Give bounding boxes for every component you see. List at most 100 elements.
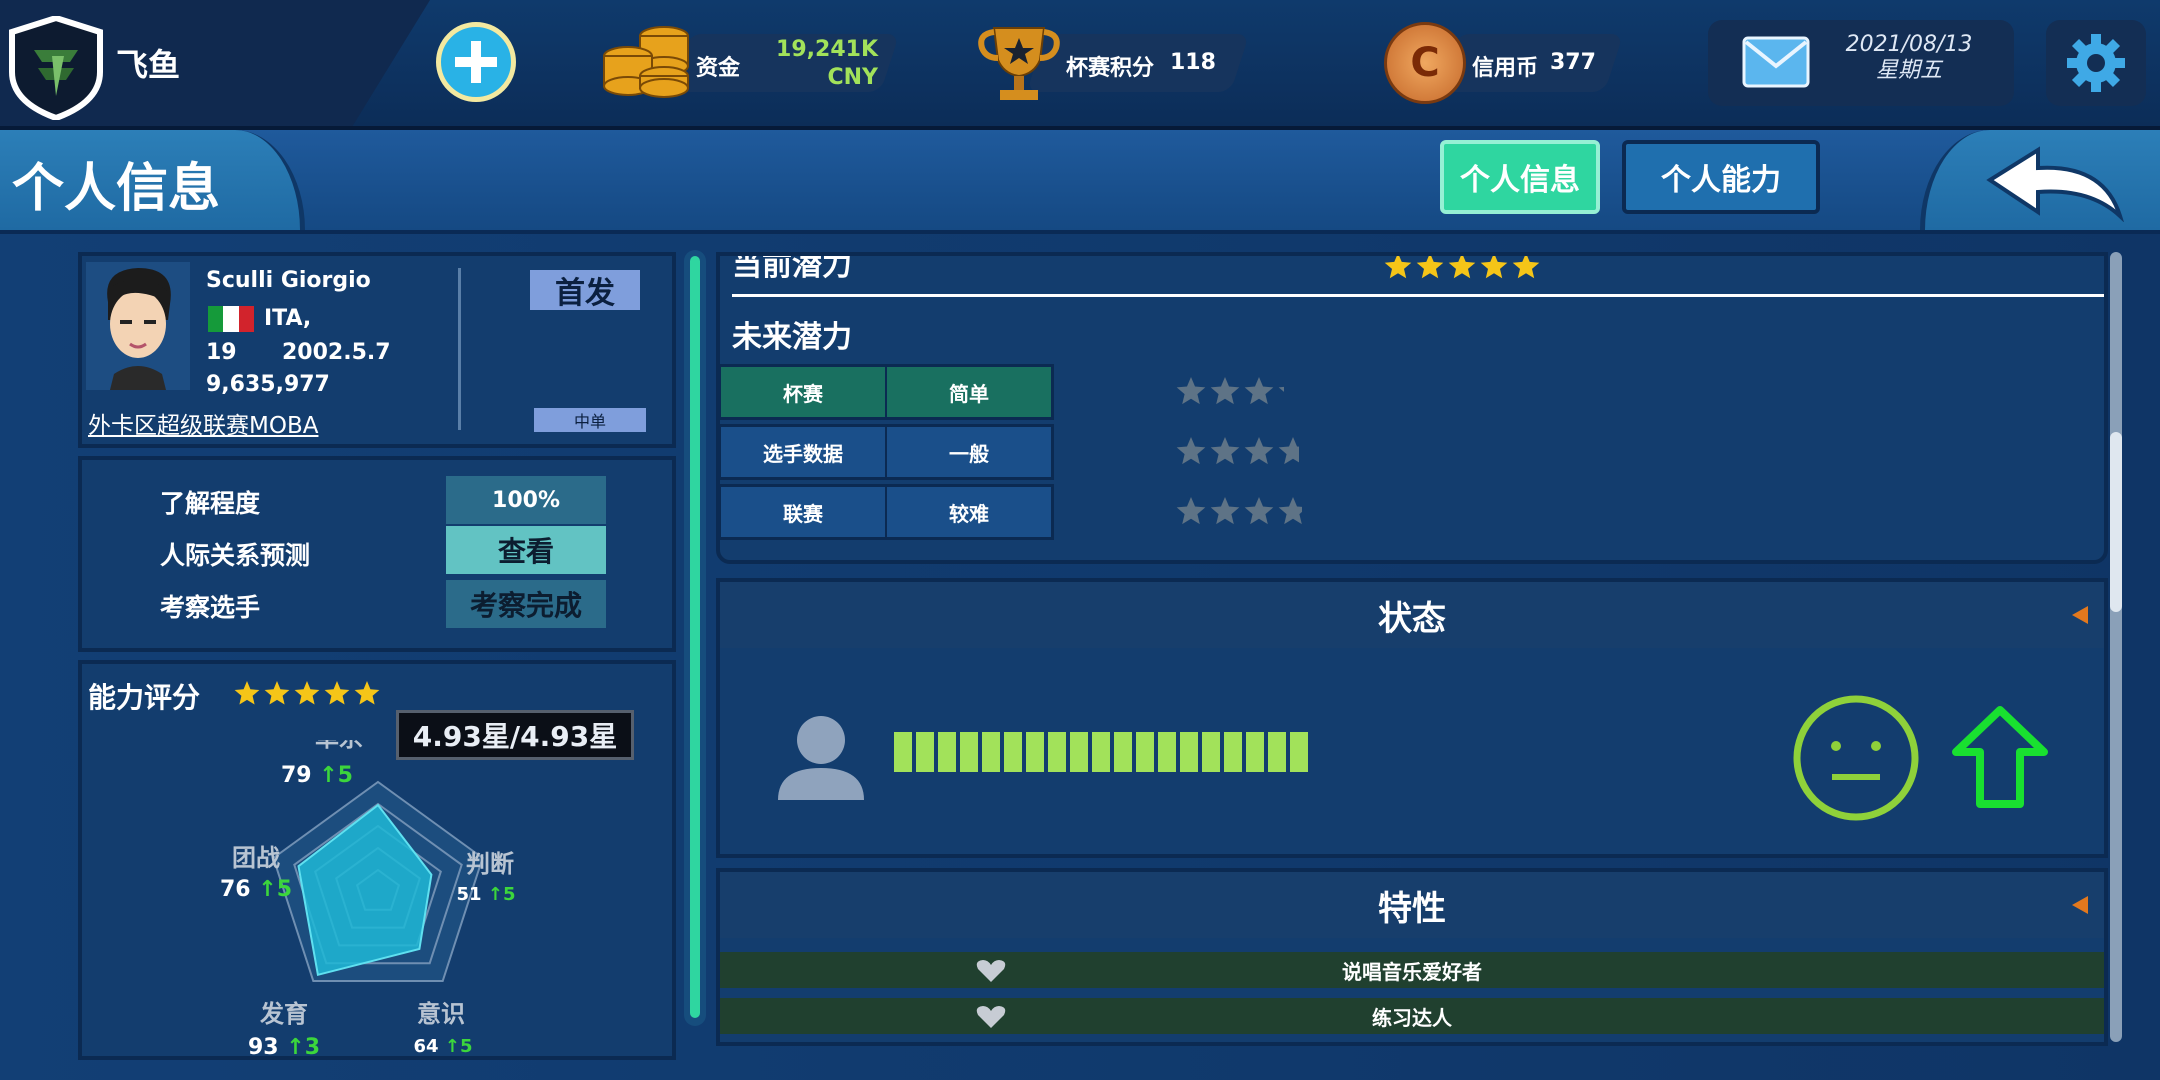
detail-scroll-track[interactable] [2110,252,2122,1042]
star-filled [1448,256,1476,279]
mail-icon[interactable] [1742,36,1810,92]
trait-row[interactable]: 练习达人 [720,998,2104,1034]
league-link[interactable]: 外卡区超级联赛MOBA [88,406,318,440]
status-bar-segment [916,732,934,772]
detail-scroll-thumb[interactable] [2110,432,2122,612]
radar-value-label: 93 ↑3 [248,1035,320,1060]
player-name: Sculli Giorgio [206,268,371,293]
tab-personal-info[interactable]: 个人信息 [1440,140,1600,214]
trend-up-arrow-icon [1952,706,2048,810]
weekday-text: 星期五 [1875,58,1942,83]
status-bar-segment [894,732,912,772]
familiarity-value: 100% [446,476,606,524]
player-birth: 2002.5.7 [282,340,391,365]
traits-title: 特性 [720,872,2104,938]
star-filled [1244,437,1274,465]
status-bar-segment [1114,732,1132,772]
scout-player-label: 考察选手 [160,593,261,622]
potential-row-cup[interactable]: 杯赛 简单 [718,364,1054,420]
status-bar-segment [1246,732,1264,772]
radar-chart: 单杀 79 ↑5 判断 51 ↑5 意识 64 ↑5 发育 93 ↑3 团战 76 ↑5 [220,740,516,1060]
star-filled [1416,256,1444,279]
potential-difficulty: 较难 [949,501,989,526]
star-filled [264,681,290,705]
page-title: 个人信息 [12,159,221,219]
credit-value: 377 [1550,50,1596,75]
future-potential-label: 未来潜力 [732,320,852,355]
settings-button[interactable] [2046,20,2146,106]
star-filled [294,681,320,705]
status-bar-segment [1290,732,1308,772]
radar-axis-label: 单杀 [315,740,363,752]
star-filled [1244,497,1274,525]
potential-star-row [1176,497,1302,525]
radar-value-label: 51 ↑5 [457,884,516,905]
status-bar-segment [1048,732,1066,772]
star-filled [1176,497,1206,525]
avatar[interactable] [86,262,190,390]
potential-difficulty: 简单 [949,381,989,406]
radar-value-label: 79 ↑5 [281,763,353,788]
status-bar-segment [1004,732,1022,772]
star-filled [1210,377,1240,405]
radar-axis-label: 判断 [466,850,514,878]
current-star-row [1384,256,1540,279]
credit-coin-icon: C [1384,22,1466,104]
potential-row-league[interactable]: 联赛 较难 [718,484,1054,540]
status-bar-segment [1158,732,1176,772]
potential-row-data[interactable]: 选手数据 一般 [718,424,1054,480]
trait-row[interactable]: 说唱音乐爱好者 [720,952,2104,988]
back-button[interactable] [1986,146,2126,226]
credit-label: 信用币 [1472,56,1539,81]
status-bar-segment [1092,732,1110,772]
status-bar-segment [1070,732,1088,772]
status-bar-segment [938,732,956,772]
player-value: 9,635,977 [206,372,330,397]
potential-category: 联赛 [721,487,887,537]
current-potential-stars [1384,256,1540,284]
star-filled [1244,377,1274,405]
plus-icon [455,41,497,83]
trait-name: 练习达人 [1372,1005,1452,1030]
potential-stars-cup [1176,376,1308,410]
star-filled [1480,256,1508,279]
radar-value-label: 76 ↑5 [220,877,292,902]
italy-flag-icon [208,306,254,332]
radar-axis-label: 团战 [232,844,280,872]
view-relation-button[interactable]: 查看 [446,526,606,574]
ability-star-row [234,681,380,705]
list-scroll-track[interactable] [684,250,706,1026]
star-filled [324,681,350,705]
star-filled [1176,377,1206,405]
potential-category: 杯赛 [721,367,887,417]
current-potential-label: 当前潜力 [732,252,852,283]
ability-stars [234,680,380,710]
potential-category: 选手数据 [721,427,887,477]
relation-label: 人际关系预测 [160,541,311,570]
ability-title: 能力评分 [88,681,201,714]
status-bar-segment [1268,732,1286,772]
status-bar-segment [1026,732,1044,772]
status-bar [894,732,1308,772]
date-display: 2021/08/13 星期五 [1834,32,1984,84]
position-badge: 中单 [534,408,646,432]
radar-axis-label: 发育 [259,1000,308,1028]
shield-logo-icon[interactable] [8,14,104,122]
player-nation: ITA, [264,306,312,331]
date-text: 2021/08/13 [1845,32,1973,57]
trophy-icon [976,24,1062,104]
status-collapse-icon[interactable] [2072,606,2088,624]
person-silhouette-icon [774,714,868,806]
add-button[interactable] [436,22,516,102]
traits-collapse-icon[interactable] [2072,896,2088,914]
list-scroll-thumb[interactable] [690,256,700,1018]
card-divider [458,268,461,430]
scout-complete-status: 考察完成 [446,580,606,628]
potential-divider [732,294,2104,297]
familiarity-label: 了解程度 [160,489,261,518]
tab-personal-ability[interactable]: 个人能力 [1622,140,1820,214]
status-bar-segment [1224,732,1242,772]
status-bar-segment [1180,732,1198,772]
back-arrow-icon [1986,146,2125,223]
star-filled [1512,256,1540,279]
